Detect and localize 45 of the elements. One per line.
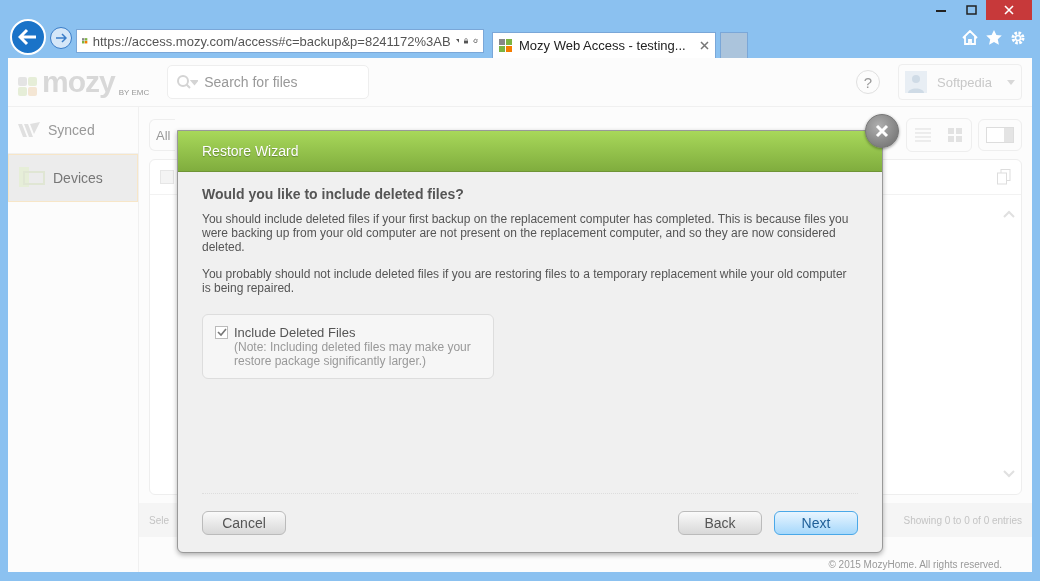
address-bar[interactable]: https://access.mozy.com/access#c=backup&p=8241172%3AB: [76, 29, 484, 53]
caret-icon: [1007, 79, 1015, 85]
back-button[interactable]: Back: [678, 511, 762, 535]
logo-tagline: BY EMC: [118, 88, 150, 97]
copyright-text: © 2015 MozyHome. All rights reserved.: [827, 558, 1003, 570]
site-logo-icon: [499, 38, 513, 53]
computer-icon: [19, 167, 45, 189]
avatar-icon: [905, 71, 927, 93]
description-text: You probably should not include deleted files if you are restoring files to a temporary replacement while your old computer is being repaired.: [202, 267, 848, 295]
search-icon: [176, 74, 199, 90]
note-text: (Note: Including deleted files may make your restore package significantly larger.): [234, 340, 472, 368]
settings-icon[interactable]: [1010, 30, 1026, 46]
close-tab-icon[interactable]: [700, 41, 709, 50]
dialog-heading: Would you like to include deleted files?: [202, 186, 465, 202]
minimize-icon: [936, 8, 946, 12]
cancel-button[interactable]: Cancel: [202, 511, 286, 535]
filter-tab[interactable]: All: [149, 119, 175, 151]
sidebar-item[interactable]: Devices: [8, 154, 138, 202]
forward-button[interactable]: [50, 27, 72, 49]
panel-icon: [986, 127, 1014, 143]
back-arrow-icon: [18, 28, 38, 46]
checkbox-label: Include Deleted Files: [234, 325, 357, 340]
sync-icon: [18, 122, 40, 138]
close-icon: [875, 124, 889, 138]
url-text: https://access.mozy.com/access#c=backup&p=8241172%3AB: [92, 33, 451, 49]
home-icon[interactable]: [962, 30, 978, 45]
new-tab-button[interactable]: [720, 32, 748, 58]
star-icon[interactable]: [986, 30, 1002, 45]
back-button[interactable]: [10, 19, 46, 55]
checkbox-icon[interactable]: [160, 170, 174, 184]
panel-toggle-button[interactable]: [978, 119, 1022, 151]
include-deleted-checkbox[interactable]: [215, 326, 228, 339]
dropdown-caret-icon[interactable]: [455, 38, 459, 44]
browser-tab[interactable]: Mozy Web Access - testing...: [492, 32, 716, 58]
dialog-title: Restore Wizard: [202, 143, 299, 159]
logo-icon: [18, 77, 38, 97]
scrollbar-drawing[interactable]: [1003, 209, 1015, 479]
close-window-button[interactable]: [986, 0, 1032, 20]
copy-icon: [997, 169, 1011, 185]
description-text: You should include deleted files if your first backup on the replacement computer has completed. This is because files you were backing up from your old computer are not present on the replacement computer, and so they are now considered deleted.: [202, 212, 850, 254]
next-button[interactable]: Next: [774, 511, 858, 535]
close-icon: [1004, 5, 1014, 15]
search-field[interactable]: Search for files: [167, 65, 370, 99]
maximize-icon: [965, 5, 977, 15]
forward-arrow-icon: [55, 33, 67, 43]
